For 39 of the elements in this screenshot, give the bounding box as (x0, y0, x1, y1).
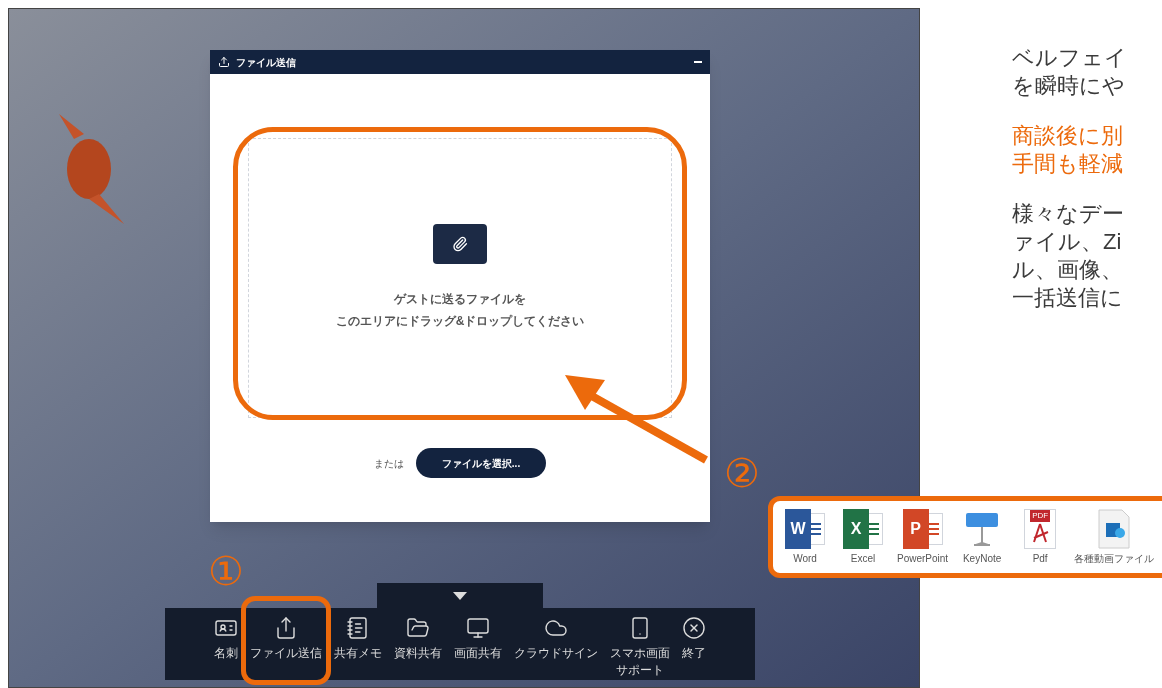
memo-icon (346, 616, 370, 640)
toolbar-button[interactable]: スマホ画面 サポート (610, 616, 670, 678)
file-type-label: 各種動画ファイル (1074, 551, 1155, 566)
folder-icon (406, 616, 430, 640)
toolbar-button[interactable]: ファイル送信 (250, 616, 322, 661)
dialog-title: ファイル送信 (236, 55, 296, 70)
minimize-icon[interactable] (694, 61, 702, 63)
drop-hint: ゲストに送るファイルを (394, 291, 526, 308)
file-type-label: PowerPoint (897, 551, 949, 566)
file-type-label: Excel (850, 551, 876, 566)
description-paragraph: ベルフェイ を瞬時にや (1012, 44, 1127, 100)
screen-icon (466, 616, 490, 640)
toolbar-button[interactable]: 画面共有 (454, 616, 502, 661)
pdf-file-icon: PDF (1024, 508, 1057, 549)
step-number: ① (208, 548, 244, 594)
toolbar-button[interactable]: 資料共有 (394, 616, 442, 661)
file-type-label: KeyNote (962, 551, 1002, 566)
toolbar-button[interactable]: 終了 (682, 616, 706, 661)
app-letter: X (850, 518, 862, 539)
file-type-label: Pdf (1032, 551, 1048, 566)
video-file-icon (1098, 508, 1131, 549)
toolbar-button[interactable]: 名刺 (214, 616, 238, 661)
toolbar-button[interactable]: 共有メモ (334, 616, 382, 661)
caret-icon (453, 591, 467, 600)
upload-icon (218, 56, 230, 68)
select-file-button[interactable]: ファイルを選択... (416, 448, 546, 478)
toolbar-button[interactable]: クラウドサイン (514, 616, 598, 661)
description-paragraph: 様々なデー ァイル、Zi ル、画像、 一括送信に (1012, 200, 1125, 312)
close-icon (682, 616, 706, 640)
drop-hint: このエリアにドラッグ&ドロップしてください (335, 313, 585, 330)
or-label: または (374, 456, 404, 471)
upload-icon (274, 616, 298, 640)
step-number: ② (724, 450, 760, 496)
app-letter: P (910, 518, 921, 539)
toolbar-handle[interactable] (377, 583, 543, 608)
file-type-label: Word (793, 551, 817, 566)
folder-paperclip-icon (433, 224, 487, 264)
description-paragraph: 商談後に別 手間も軽減 (1012, 122, 1124, 178)
app-letter: W (790, 518, 806, 539)
